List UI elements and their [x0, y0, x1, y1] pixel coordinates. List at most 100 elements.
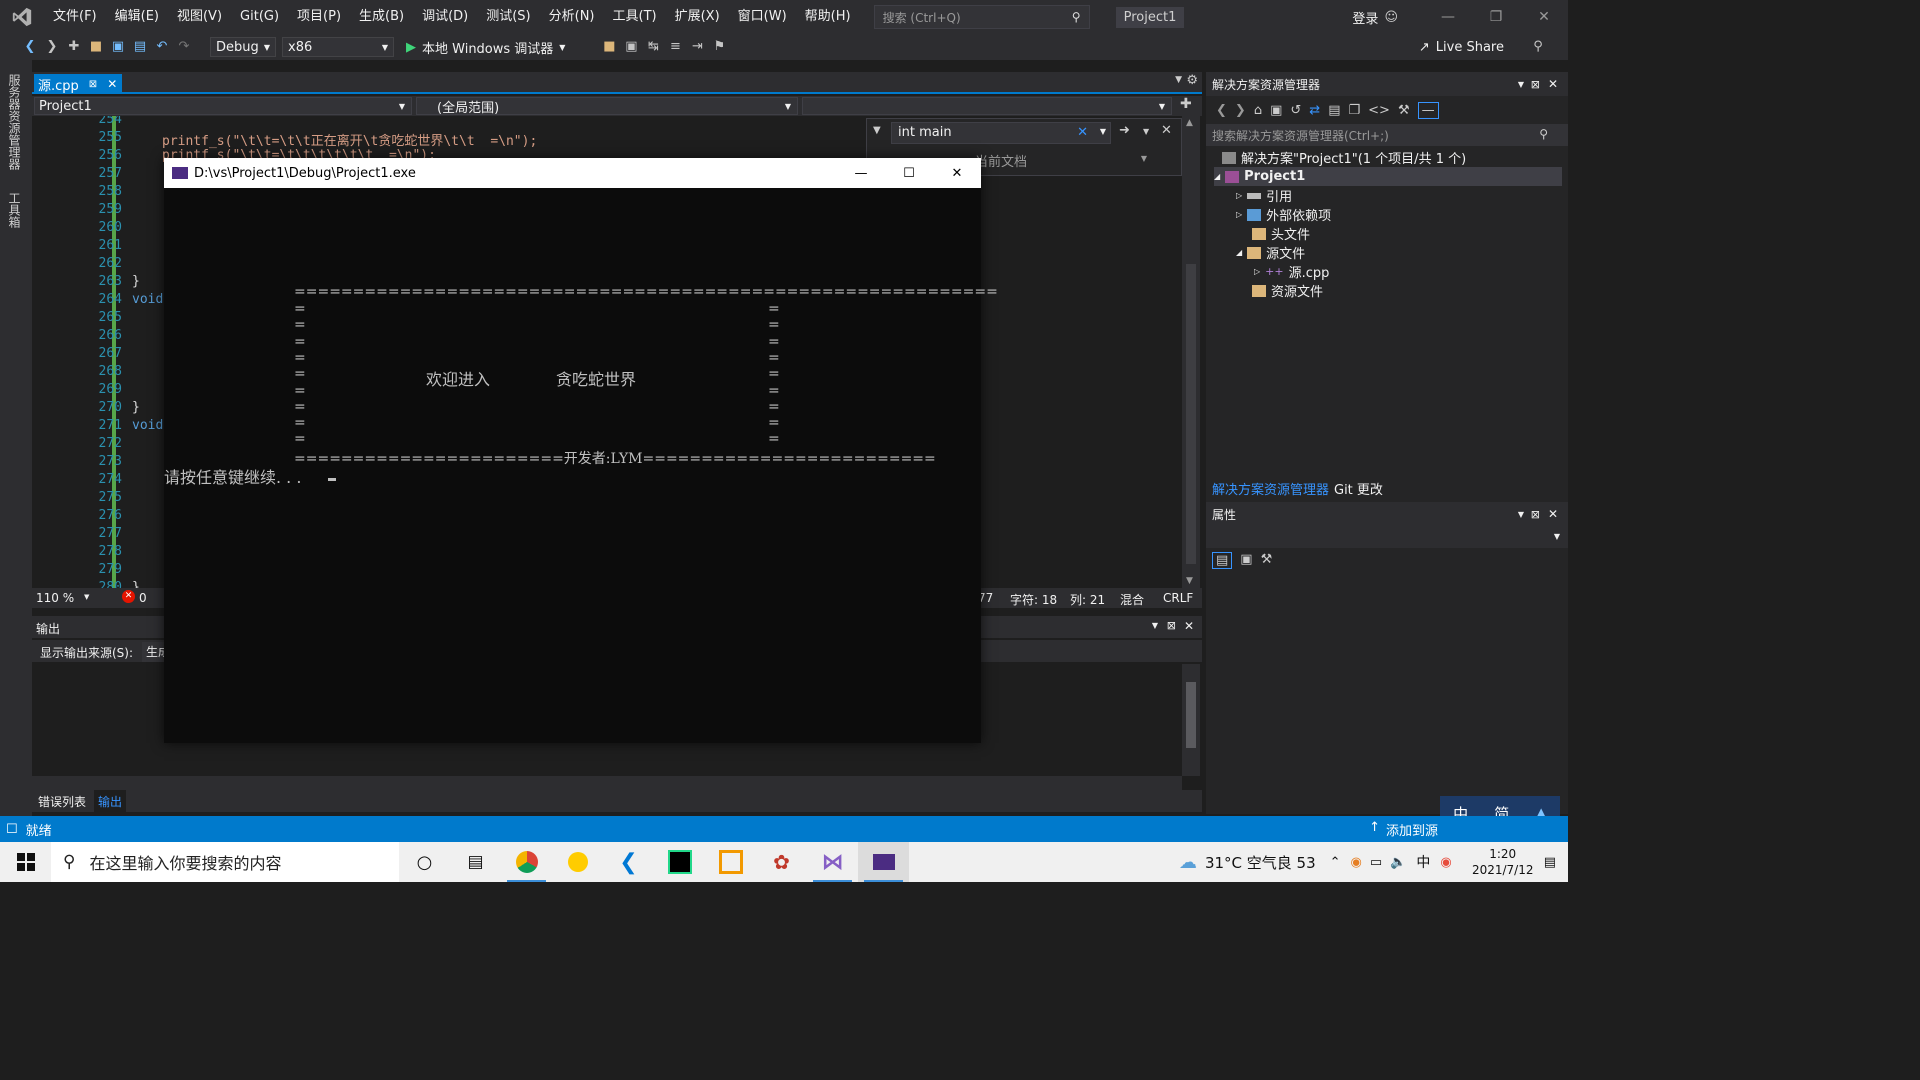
sync-icon[interactable]: ⇄ [1309, 103, 1320, 118]
platform-select[interactable]: x86 ▼ [282, 37, 394, 57]
line-ending[interactable]: CRLF [1163, 591, 1193, 605]
pin-icon[interactable]: ⊠ [1167, 619, 1176, 632]
expanded-icon[interactable]: ◢ [1214, 172, 1220, 181]
error-count[interactable]: 0 [139, 591, 147, 605]
copy-icon[interactable]: ❐ [1348, 103, 1360, 118]
forward-icon[interactable]: ❯ [1235, 103, 1246, 118]
tab-git-changes[interactable]: Git 更改 [1334, 479, 1383, 498]
menu-test[interactable]: 测试(S) [477, 0, 539, 34]
scroll-down-icon[interactable]: ▼ [1186, 576, 1193, 586]
notification-icon[interactable]: ▤ [1544, 855, 1556, 870]
indent-icon[interactable]: ⇥ [689, 39, 705, 55]
menu-build[interactable]: 生成(B) [350, 0, 413, 34]
redo-icon[interactable]: ↷ [176, 39, 192, 55]
volume-icon[interactable]: 🔈 [1390, 855, 1406, 870]
switch-views-icon[interactable]: ▣ [1270, 103, 1282, 118]
vscode-app-icon[interactable]: ❮ [603, 842, 654, 882]
chevron-down-icon[interactable]: ▼ [1100, 127, 1106, 136]
close-icon[interactable]: ✕ [1520, 9, 1568, 25]
attach-icon[interactable]: ■ [601, 39, 617, 55]
search-input[interactable]: 搜索 (Ctrl+Q) ⚲ [873, 5, 1090, 29]
tree-source-cpp[interactable]: ▷ ++ 源.cpp [1254, 262, 1329, 281]
close-icon[interactable]: ✕ [1184, 619, 1194, 633]
login-link[interactable]: 登录 [1352, 8, 1378, 27]
chrome-app-icon[interactable] [501, 842, 552, 882]
collapse-all-icon[interactable]: ▤ [1328, 103, 1340, 118]
weather-icon[interactable]: ☁ [1179, 852, 1197, 873]
tab-solution-explorer[interactable]: 解决方案资源管理器 [1212, 479, 1329, 498]
code-line[interactable]: void [132, 292, 163, 307]
expanded-icon[interactable]: ◢ [1236, 248, 1242, 257]
menu-help[interactable]: 帮助(H) [796, 0, 860, 34]
find-input[interactable]: int main ✕ ▼ [891, 122, 1111, 144]
pin-icon[interactable]: ⊠ [1531, 78, 1540, 91]
member-nav-select[interactable]: ▼ [802, 97, 1172, 115]
taskbar-search-input[interactable]: ⚲ 在这里输入你要搜索的内容 [51, 842, 399, 882]
save-all-icon[interactable]: ▤ [132, 39, 148, 55]
pin-icon[interactable]: ⊠ [1531, 508, 1540, 521]
chevron-down-icon[interactable]: ▼ [1518, 80, 1524, 89]
console-close-icon[interactable]: ✕ [933, 166, 981, 181]
console-title-bar[interactable]: D:\vs\Project1\Debug\Project1.exe — ☐ ✕ [164, 158, 981, 188]
toolbox-tab[interactable]: 工具箱 [0, 184, 29, 236]
menu-extensions[interactable]: 扩展(X) [666, 0, 729, 34]
scroll-up-icon[interactable]: ▲ [1186, 118, 1193, 128]
alphabetical-icon[interactable]: ▣ [1240, 552, 1252, 569]
weather-text[interactable]: 31°C 空气良 53 [1205, 852, 1316, 873]
split-icon[interactable]: ✚ [1180, 96, 1192, 116]
menu-tools[interactable]: 工具(T) [604, 0, 666, 34]
collapsed-icon[interactable]: ▷ [1236, 191, 1242, 200]
account-icon[interactable]: ☺ [1384, 10, 1398, 25]
tray-expand-icon[interactable]: ⌃ [1330, 855, 1341, 870]
step-icon[interactable]: ↹ [645, 39, 661, 55]
feedback-icon[interactable]: ⚲ [1530, 39, 1546, 55]
find-scope-select[interactable]: 当前文档 ▼ [975, 151, 1155, 171]
pycharm-app-icon[interactable] [654, 842, 705, 882]
open-folder-icon[interactable]: ■ [88, 39, 104, 55]
tree-resource-files[interactable]: 资源文件 [1252, 281, 1323, 300]
scroll-thumb[interactable] [1186, 264, 1196, 564]
tree-solution-root[interactable]: 解决方案"Project1"(1 个项目/共 1 个) [1222, 148, 1466, 167]
menu-debug[interactable]: 调试(D) [413, 0, 477, 34]
config-select[interactable]: Debug ▼ [210, 37, 276, 57]
code-line[interactable]: } [132, 400, 140, 415]
task-view-icon[interactable]: ▤ [450, 842, 501, 882]
code-line[interactable]: } [132, 580, 140, 588]
tray-app-icon[interactable]: ◉ [1351, 855, 1362, 870]
davinci-app-icon[interactable]: ✿ [756, 842, 807, 882]
music-app-icon[interactable] [552, 842, 603, 882]
code-line[interactable]: printf_s("\t\t=\t\t正在离开\t贪吃蛇世界\t\t =\n")… [162, 130, 537, 149]
tree-header-files[interactable]: 头文件 [1252, 224, 1310, 243]
maximize-icon[interactable]: ❐ [1472, 9, 1520, 25]
scope-nav-select[interactable]: (全局范围) ▼ [416, 97, 798, 116]
editor-scrollbar[interactable]: ▲ ▼ [1182, 116, 1200, 588]
battery-icon[interactable]: ▭ [1370, 855, 1382, 870]
properties-wrench-icon[interactable]: ⚒ [1398, 103, 1410, 118]
taskbar-ime[interactable]: 中 [1416, 852, 1430, 872]
output-hscrollbar[interactable] [32, 776, 1182, 790]
project-nav-select[interactable]: Project1 ▼ [34, 97, 412, 115]
output-scrollbar[interactable] [1182, 664, 1200, 776]
collapsed-icon[interactable]: ▷ [1236, 210, 1242, 219]
live-share-button[interactable]: ↗ Live Share [1419, 40, 1504, 55]
code-line[interactable]: void [132, 418, 163, 433]
collapsed-icon[interactable]: ▷ [1254, 267, 1260, 276]
find-next-icon[interactable]: ➜ [1119, 123, 1130, 138]
clock[interactable]: 1:20 2021/7/12 [1466, 846, 1540, 878]
close-icon[interactable]: ✕ [1548, 507, 1558, 521]
tree-references[interactable]: ▷ 引用 [1236, 186, 1292, 205]
tab-overflow-icon[interactable]: ▼ [1175, 75, 1182, 85]
visual-studio-app-icon[interactable]: ⋈ [807, 842, 858, 882]
settings-gear-icon[interactable]: ⚙ [1186, 73, 1198, 88]
undo-icon[interactable]: ↶ [154, 39, 170, 55]
tree-project[interactable]: ◢ Project1 [1214, 167, 1562, 186]
minimize-icon[interactable]: — [1424, 9, 1472, 25]
add-source-button[interactable]: ↑ 添加到源 [1369, 820, 1438, 839]
categorized-icon[interactable]: ▤ [1212, 552, 1233, 569]
menu-view[interactable]: 视图(V) [168, 0, 231, 34]
menu-file[interactable]: 文件(F) [44, 0, 106, 34]
forward-icon[interactable]: ❯ [44, 39, 60, 55]
code-view-icon[interactable]: <> [1368, 103, 1390, 118]
history-icon[interactable]: ↺ [1290, 103, 1301, 118]
property-pages-icon[interactable]: ⚒ [1261, 552, 1273, 569]
